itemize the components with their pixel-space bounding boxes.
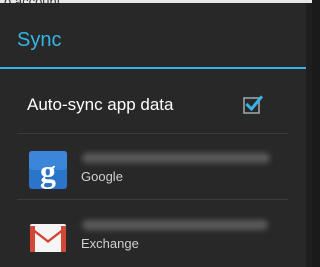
dialog-title: Sync — [17, 29, 62, 51]
divider — [17, 199, 288, 200]
account-item-exchange[interactable]: Exchange — [0, 208, 306, 266]
google-icon: g — [29, 151, 67, 189]
gmail-icon — [30, 224, 66, 252]
svg-text:g: g — [40, 153, 56, 189]
auto-sync-label: Auto-sync app data — [27, 95, 174, 114]
account-type-label: Exchange — [81, 236, 139, 251]
account-email-redacted — [82, 220, 268, 230]
account-type-label: Google — [81, 169, 123, 184]
auto-sync-row[interactable]: Auto-sync app data — [0, 85, 306, 125]
account-email-redacted — [82, 153, 270, 163]
sync-dialog: Sync Auto-sync app data g Google Exchang… — [0, 3, 312, 267]
auto-sync-checkbox[interactable] — [243, 94, 263, 114]
account-item-google[interactable]: g Google — [0, 141, 306, 199]
title-divider — [0, 67, 306, 69]
divider — [17, 133, 288, 134]
